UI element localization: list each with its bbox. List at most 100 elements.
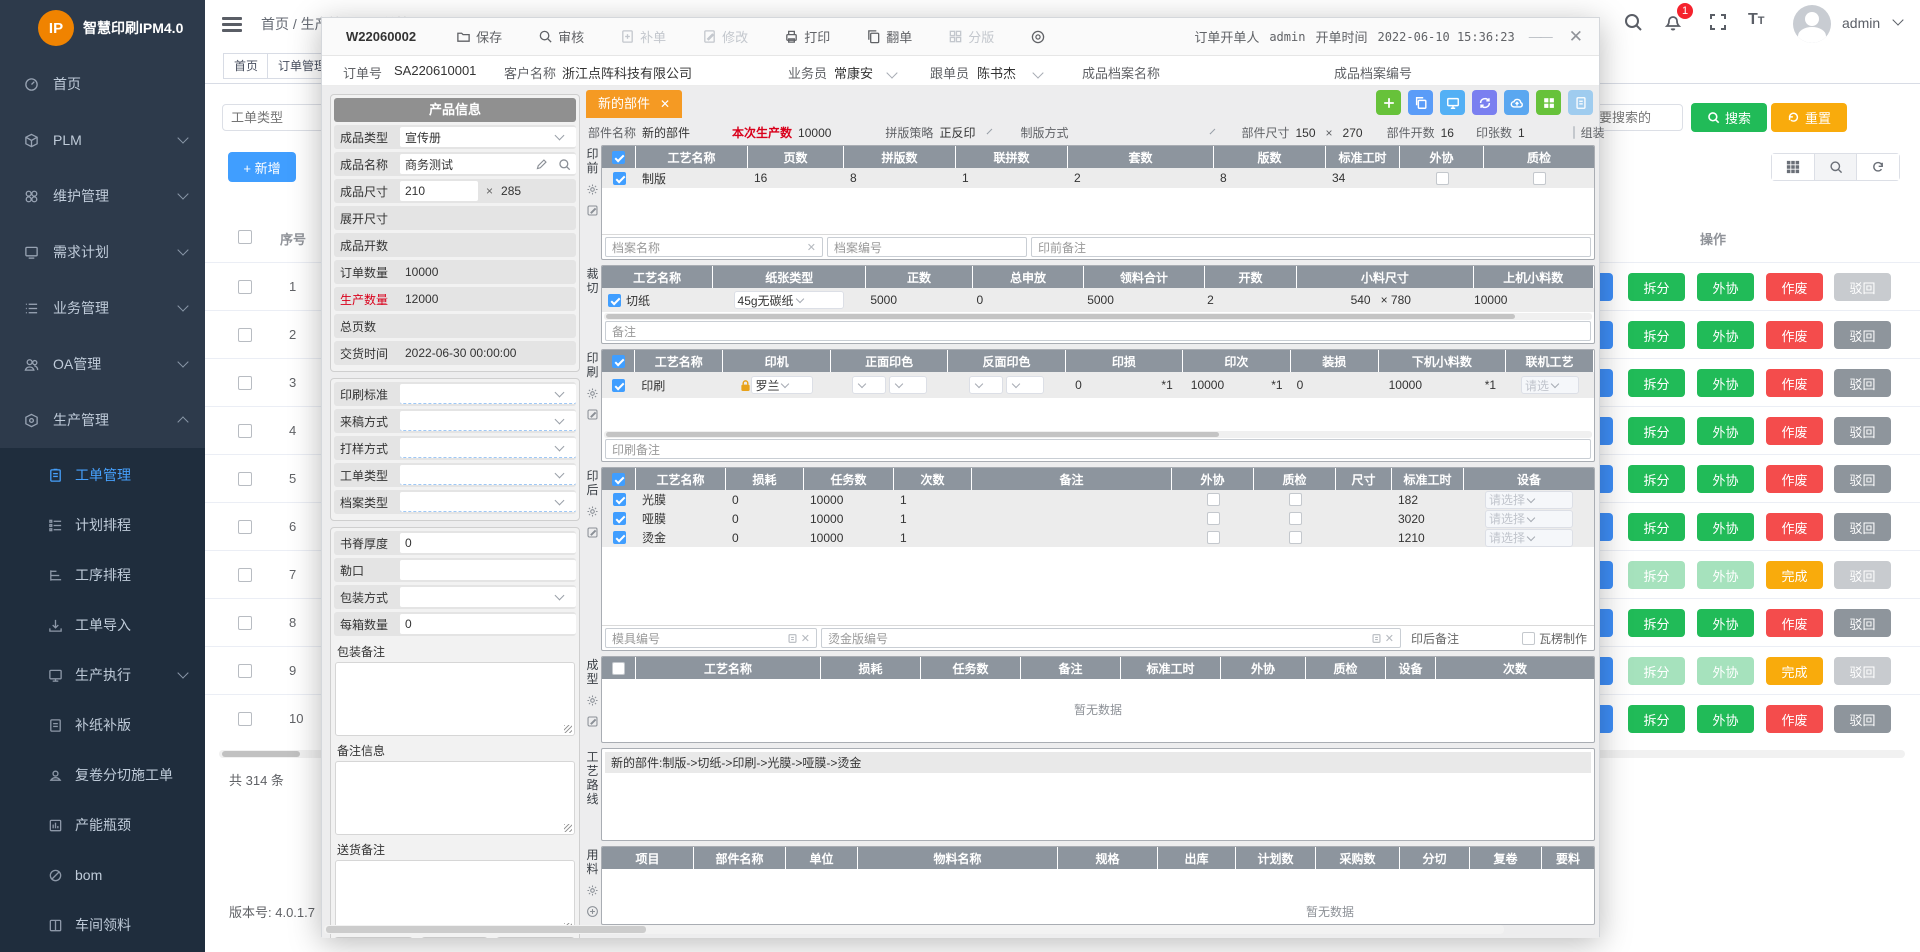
done-button[interactable]: 完成	[1766, 561, 1823, 589]
chevron-down-icon[interactable]	[987, 128, 993, 134]
select[interactable]: 请选择	[1485, 510, 1573, 528]
assemble-checkbox[interactable]	[1573, 126, 1575, 139]
qc-checkbox[interactable]	[1289, 493, 1302, 506]
part-name-value[interactable]: 新的部件	[642, 124, 690, 141]
grid-button[interactable]	[1536, 90, 1561, 115]
chevron-down-icon[interactable]	[555, 414, 565, 424]
chevron-down-icon[interactable]	[555, 441, 565, 451]
split-button[interactable]: 拆分	[1628, 705, 1685, 733]
row-checkbox[interactable]	[238, 520, 252, 534]
select[interactable]	[1006, 376, 1044, 394]
qc-checkbox[interactable]	[1289, 531, 1302, 544]
row-checkbox[interactable]	[238, 280, 252, 294]
corrugate-checkbox[interactable]	[1522, 632, 1535, 645]
chevron-down-icon[interactable]	[555, 591, 565, 601]
cancel-button[interactable]: 作废	[1766, 321, 1823, 349]
lookup-icon[interactable]	[558, 158, 571, 171]
select[interactable]: 请选择	[1485, 529, 1573, 547]
split-button[interactable]: 拆分	[1628, 513, 1685, 541]
cloud-button[interactable]	[1504, 90, 1529, 115]
table-search-icon[interactable]	[1815, 154, 1858, 180]
close-icon[interactable]: ✕	[1565, 27, 1587, 47]
part-size-h[interactable]: 270	[1343, 126, 1363, 140]
size-height-value[interactable]: 285	[501, 184, 521, 198]
qc-checkbox[interactable]	[1289, 512, 1302, 525]
gear-icon[interactable]	[586, 884, 599, 897]
postpress-note-input[interactable]: 印后备注	[1405, 628, 1518, 648]
search-button[interactable]: 搜索	[1691, 103, 1767, 132]
size-width-input[interactable]: 210	[400, 181, 478, 201]
edit-pencil-icon[interactable]	[535, 158, 548, 171]
avatar[interactable]	[1793, 5, 1831, 43]
prepress-note-input[interactable]: 印前备注	[1031, 237, 1591, 257]
file-name-input[interactable]: 档案名称✕	[605, 237, 823, 257]
cutting-note-input[interactable]: 备注	[605, 321, 1591, 341]
cancel-button[interactable]: 作废	[1766, 273, 1823, 301]
gear-icon[interactable]	[586, 387, 599, 400]
reject-button[interactable]: 驳回	[1834, 417, 1891, 445]
qc-checkbox[interactable]	[1533, 172, 1546, 185]
plus-button[interactable]	[1376, 90, 1401, 115]
eye-icon[interactable]	[1030, 29, 1046, 45]
textarea-2[interactable]	[335, 860, 575, 934]
chevron-down-icon[interactable]	[555, 495, 565, 505]
row-checkbox[interactable]	[238, 712, 252, 726]
split-button[interactable]: 拆分	[1628, 465, 1685, 493]
sidebar-subitem-6[interactable]: 复卷分切施工单	[0, 750, 205, 800]
edit-icon[interactable]	[586, 715, 599, 728]
row-checkbox[interactable]	[238, 472, 252, 486]
sidebar-item-2[interactable]: 维护管理	[0, 168, 205, 224]
minimize-icon[interactable]: ——	[1525, 29, 1555, 44]
input-value[interactable]: 0	[405, 536, 412, 550]
part-tab[interactable]: 新的部件✕	[586, 90, 682, 118]
sidebar-item-6[interactable]: 生产管理	[0, 392, 205, 448]
sidebar-subitem-9[interactable]: 车间领料	[0, 900, 205, 950]
field-value[interactable]: 210 × 285	[398, 181, 576, 201]
header-checkbox[interactable]	[612, 355, 625, 368]
select-value[interactable]: 宣传册	[405, 129, 441, 146]
sidebar-item-4[interactable]: 业务管理	[0, 280, 205, 336]
clear-icon[interactable]: ✕	[807, 241, 816, 254]
row-checkbox[interactable]	[612, 379, 625, 392]
modal-toolbar-save-button[interactable]: 保存	[456, 27, 502, 46]
sidebar-item-5[interactable]: OA管理	[0, 336, 205, 392]
cancel-button[interactable]: 作废	[1766, 705, 1823, 733]
chevron-down-icon[interactable]	[1210, 128, 1216, 134]
modal-toolbar-audit-button[interactable]: 审核	[538, 27, 584, 46]
split-button[interactable]: 拆分	[1628, 321, 1685, 349]
search-icon[interactable]	[1623, 12, 1643, 32]
reset-button[interactable]: 重置	[1771, 103, 1847, 132]
cancel-button[interactable]: 作废	[1766, 417, 1823, 445]
printing-note-input[interactable]: 印刷备注	[605, 439, 1591, 459]
header-checkbox[interactable]	[612, 473, 625, 486]
mold-no-input[interactable]: 模具编号 ✕	[605, 628, 817, 648]
reject-button[interactable]: 驳回	[1834, 369, 1891, 397]
part-qty-value[interactable]: 10000	[798, 126, 831, 140]
select[interactable]: 45g无碳纸	[734, 291, 844, 309]
row-checkbox[interactable]	[613, 493, 626, 506]
cancel-button[interactable]: 作废	[1766, 513, 1823, 541]
row-checkbox[interactable]	[608, 294, 621, 307]
reject-button[interactable]: 驳回	[1834, 705, 1891, 733]
select[interactable]	[852, 376, 886, 394]
hamburger-icon[interactable]	[222, 14, 242, 32]
plus2-icon[interactable]	[586, 905, 599, 918]
sidebar-subitem-8[interactable]: bom	[0, 850, 205, 900]
part-tab-close-icon[interactable]: ✕	[660, 90, 670, 118]
outsource-button[interactable]: 外协	[1697, 705, 1754, 733]
textarea-0[interactable]	[335, 662, 575, 736]
sidebar-item-3[interactable]: 需求计划	[0, 224, 205, 280]
gear-icon[interactable]	[586, 183, 599, 196]
row-checkbox[interactable]	[238, 424, 252, 438]
reject-button[interactable]: 驳回	[1834, 609, 1891, 637]
edit-icon[interactable]	[586, 526, 599, 539]
copy2-button[interactable]	[1408, 90, 1433, 115]
select[interactable]: 请选	[1521, 376, 1579, 394]
reject-button[interactable]: 驳回	[1834, 513, 1891, 541]
cancel-button[interactable]: 作废	[1766, 609, 1823, 637]
outsource-button[interactable]: 外协	[1697, 465, 1754, 493]
gear-icon[interactable]	[586, 694, 599, 707]
modal-hscrollbar[interactable]	[324, 925, 1504, 934]
chevron-down-icon[interactable]	[555, 387, 565, 397]
cancel-button[interactable]: 作废	[1766, 465, 1823, 493]
